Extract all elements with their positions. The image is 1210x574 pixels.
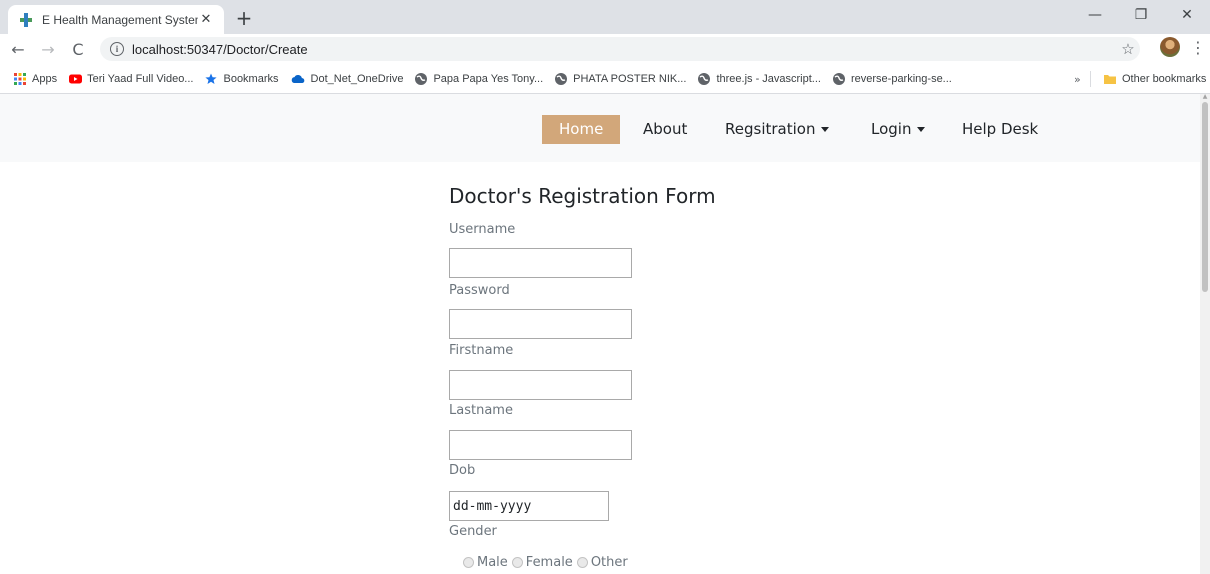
bookmark-label: Dot_Net_OneDrive [310,72,404,85]
new-tab-button[interactable]: + [232,7,256,31]
bookmark-label: Teri Yaad Full Video... [87,72,194,85]
bookmarks-bar: Apps Teri Yaad Full Video... Bookmarks D… [0,64,1210,94]
bookmark-label: PHATA POSTER NIK... [573,72,687,85]
gender-radio-group: Male Female Other [463,555,632,570]
globe-icon [415,72,428,85]
gender-female-radio[interactable] [511,557,523,568]
minimize-button[interactable]: — [1072,0,1118,30]
page-title: Doctor's Registration Form [449,184,716,208]
browser-tab[interactable]: E Health Management System ✕ [8,5,224,34]
onedrive-cloud-icon [291,73,305,85]
scroll-thumb[interactable] [1202,102,1208,292]
forward-button[interactable]: → [36,37,60,61]
scroll-up-icon[interactable]: ▲ [1202,94,1208,100]
bookmark-apps[interactable]: Apps [8,67,63,91]
browser-menu-icon[interactable]: ⋮ [1190,38,1206,58]
bookmark-label: Bookmarks [223,72,279,85]
nav-login-dropdown[interactable]: Login [865,115,931,144]
bookmark-item[interactable]: PHATA POSTER NIK... [549,67,692,91]
other-bookmarks-folder[interactable]: Other bookmarks [1098,67,1210,91]
youtube-icon [69,73,83,85]
bookmarks-overflow-button[interactable]: » [1074,67,1081,91]
password-input[interactable] [449,309,632,339]
reload-button[interactable]: C [66,37,90,61]
url-text[interactable]: localhost:50347/Doctor/Create [132,42,308,57]
globe-icon [698,72,711,85]
gender-other-radio[interactable] [576,557,588,568]
health-logo-icon [18,12,34,28]
apps-grid-icon [14,72,26,85]
lastname-input[interactable] [449,430,632,460]
tab-title: E Health Management System [42,12,198,27]
window-controls: — ❐ ✕ [1072,0,1210,30]
nav-registration-label: Regsitration [725,120,816,138]
bookmark-item[interactable]: Teri Yaad Full Video... [63,67,199,91]
site-info-icon[interactable]: i [110,42,124,56]
tab-close-icon[interactable]: ✕ [198,12,214,27]
gender-label: Gender [449,524,497,539]
bookmark-item[interactable]: three.js - Javascript... [692,67,827,91]
lastname-label: Lastname [449,403,513,418]
star-icon [205,73,218,85]
gender-male-radio[interactable] [463,557,474,568]
bookmark-item[interactable]: reverse-parking-se... [827,67,958,91]
dob-date-input[interactable]: dd-mm-yyyy [449,491,609,521]
page-scrollbar[interactable]: ▲ [1200,94,1210,574]
bookmark-label: Apps [32,72,58,85]
bookmark-label: Papa Papa Yes Tony... [433,72,544,85]
globe-icon [555,72,568,85]
bookmark-item[interactable]: Dot_Net_OneDrive [285,67,410,91]
folder-icon [1104,73,1116,85]
nav-registration-dropdown[interactable]: Regsitration [719,115,835,144]
dob-label: Dob [449,463,476,478]
dob-placeholder: dd-mm-yyyy [453,498,532,514]
bookmark-item[interactable]: Papa Papa Yes Tony... [409,67,549,91]
caret-down-icon [821,127,830,132]
bookmark-label: three.js - Javascript... [716,72,821,85]
back-button[interactable]: ← [6,37,30,61]
browser-tab-strip: E Health Management System ✕ + — ❐ ✕ [0,0,1210,34]
globe-icon [832,72,845,85]
nav-login-label: Login [871,120,912,138]
nav-about[interactable]: About [637,115,693,144]
nav-help-desk[interactable]: Help Desk [956,115,1044,144]
gender-female-label[interactable]: Female [526,555,573,570]
username-label: Username [449,222,516,237]
nav-home[interactable]: Home [542,115,621,144]
gender-other-label[interactable]: Other [591,555,628,570]
address-bar[interactable]: i localhost:50347/Doctor/Create ☆ [100,37,1140,61]
gender-male-label[interactable]: Male [477,555,508,570]
bookmark-label: reverse-parking-se... [850,72,952,85]
browser-toolbar: ← → C i localhost:50347/Doctor/Create ☆ [0,34,1210,64]
site-navbar: Home About Regsitration Login Help Desk [0,94,1200,162]
username-input[interactable] [449,248,632,278]
bookmark-item[interactable]: Bookmarks [199,67,284,91]
password-label: Password [449,283,510,298]
caret-down-icon [917,127,926,132]
firstname-input[interactable] [449,370,632,400]
restore-button[interactable]: ❐ [1118,0,1164,30]
bookmark-star-icon[interactable]: ☆ [1116,40,1140,58]
bookmarks-divider [1090,71,1091,87]
firstname-label: Firstname [449,343,514,358]
other-bookmarks-label: Other bookmarks [1122,73,1207,85]
profile-avatar[interactable] [1160,37,1180,57]
close-window-button[interactable]: ✕ [1164,0,1210,30]
